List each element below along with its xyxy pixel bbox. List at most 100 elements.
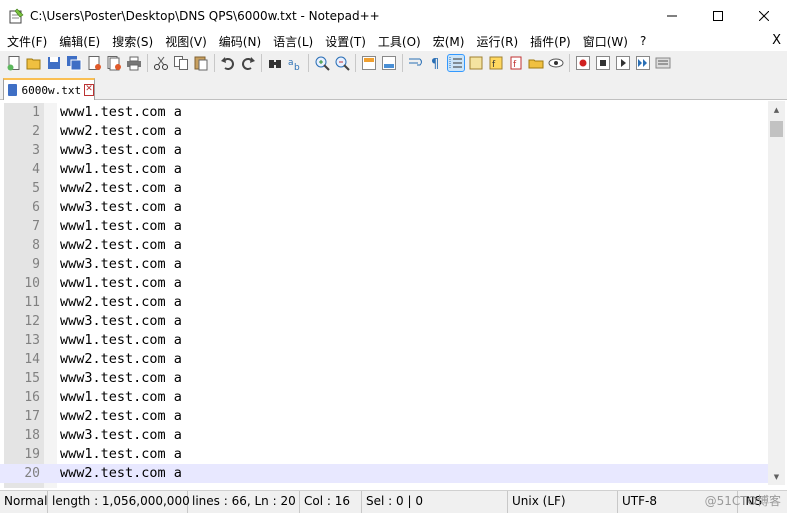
eye-icon[interactable] (548, 55, 564, 71)
line-number: 13 (24, 333, 40, 348)
line-text: www2.test.com a (60, 351, 182, 367)
menu-help[interactable]: ? (633, 34, 651, 48)
close-document-button[interactable]: X (772, 31, 781, 51)
editor-line[interactable]: 7 www1.test.com a (0, 217, 768, 236)
svg-text:a: a (288, 58, 294, 68)
line-number: 11 (24, 295, 40, 310)
menu-settings[interactable]: 设置(T) (318, 33, 371, 50)
line-text: www3.test.com a (60, 142, 182, 158)
editor-line[interactable]: 16 www1.test.com a (0, 388, 768, 407)
menu-encoding[interactable]: 编码(N) (212, 33, 266, 50)
cut-icon[interactable] (153, 55, 169, 71)
editor-line[interactable]: 11 www2.test.com a (0, 293, 768, 312)
document-map-icon[interactable] (468, 55, 484, 71)
close-icon[interactable] (86, 55, 102, 71)
editor-line[interactable]: 4 www1.test.com a (0, 160, 768, 179)
menu-search[interactable]: 搜索(S) (105, 33, 158, 50)
menu-tools[interactable]: 工具(O) (371, 33, 426, 50)
menu-edit[interactable]: 编辑(E) (52, 33, 105, 50)
menu-window[interactable]: 窗口(W) (576, 33, 633, 50)
open-file-icon[interactable] (26, 55, 42, 71)
tab-close-icon[interactable]: ✕ (84, 84, 94, 96)
line-number: 16 (24, 390, 40, 405)
monitoring-icon[interactable] (528, 55, 544, 71)
record-macro-icon[interactable] (575, 55, 591, 71)
new-file-icon[interactable] (6, 55, 22, 71)
toolbar-separator (402, 54, 403, 72)
sync-horizontal-icon[interactable] (381, 55, 397, 71)
replace-icon[interactable]: ab (287, 55, 303, 73)
status-lines: lines : 66, Ln : 20 (188, 491, 300, 513)
scroll-down-icon[interactable]: ▼ (768, 468, 785, 485)
menu-plugins[interactable]: 插件(P) (523, 33, 576, 50)
scrollbar-thumb[interactable] (770, 121, 783, 137)
status-bar: Normal length : 1,056,000,000 lines : 66… (0, 490, 787, 513)
run-macro-multiple-icon[interactable] (635, 55, 651, 71)
undo-icon[interactable] (220, 55, 236, 71)
editor-line[interactable]: 8 www2.test.com a (0, 236, 768, 255)
title-bar: C:\Users\Poster\Desktop\DNS QPS\6000w.tx… (0, 0, 787, 31)
line-text: www1.test.com a (60, 161, 182, 177)
save-all-icon[interactable] (66, 55, 82, 71)
editor-line[interactable]: 18 www3.test.com a (0, 426, 768, 445)
menu-file[interactable]: 文件(F) (0, 33, 52, 50)
line-number: 7 (32, 219, 40, 234)
paste-icon[interactable] (193, 55, 209, 71)
save-icon[interactable] (46, 55, 62, 71)
document-tab-bar: 6000w.txt ✕ (0, 75, 787, 100)
editor-line[interactable]: 9 www3.test.com a (0, 255, 768, 274)
vertical-scrollbar[interactable]: ▲ ▼ (768, 101, 785, 485)
menu-macro[interactable]: 宏(M) (426, 33, 470, 50)
editor-line[interactable]: 1 www1.test.com a (0, 103, 768, 122)
print-icon[interactable] (126, 55, 142, 71)
word-wrap-icon[interactable] (408, 55, 424, 71)
save-macro-icon[interactable] (655, 55, 671, 71)
line-number: 2 (32, 124, 40, 139)
maximize-button[interactable] (695, 0, 741, 31)
find-icon[interactable] (267, 55, 283, 71)
editor-line[interactable]: 20 www2.test.com a (0, 464, 768, 483)
minimize-button[interactable] (649, 0, 695, 31)
menu-view[interactable]: 视图(V) (158, 33, 212, 50)
editor-line[interactable]: 6 www3.test.com a (0, 198, 768, 217)
function-list-icon[interactable]: f (488, 55, 504, 71)
editor-area[interactable]: 1 www1.test.com a 2 www2.test.com a 3 www3.te… (0, 101, 787, 488)
status-mode: Normal (0, 491, 48, 513)
svg-text:¶: ¶ (431, 57, 439, 71)
editor-line[interactable]: 3 www3.test.com a (0, 141, 768, 160)
menu-run[interactable]: 运行(R) (469, 33, 523, 50)
scroll-up-icon[interactable]: ▲ (768, 101, 785, 118)
editor-line[interactable]: 12 www3.test.com a (0, 312, 768, 331)
toolbar: ab ¶ f f (0, 51, 787, 75)
editor-line[interactable]: 15 www3.test.com a (0, 369, 768, 388)
close-window-button[interactable] (741, 0, 787, 31)
copy-icon[interactable] (173, 55, 189, 71)
editor-line[interactable]: 2 www2.test.com a (0, 122, 768, 141)
show-all-chars-icon[interactable]: ¶ (428, 55, 444, 72)
save-icon (8, 84, 18, 96)
editor-line[interactable]: 5 www2.test.com a (0, 179, 768, 198)
stop-macro-icon[interactable] (595, 55, 611, 71)
line-text: www3.test.com a (60, 427, 182, 443)
line-number: 12 (24, 314, 40, 329)
tab-label: 6000w.txt (21, 83, 82, 97)
close-all-icon[interactable] (106, 55, 122, 71)
editor-line[interactable]: 14 www2.test.com a (0, 350, 768, 369)
status-column: Col : 16 (300, 491, 362, 513)
folder-workspace-icon[interactable]: f (508, 55, 524, 71)
indent-guide-icon[interactable] (447, 54, 465, 72)
redo-icon[interactable] (240, 55, 256, 71)
line-text: www2.test.com a (60, 408, 182, 424)
zoom-in-icon[interactable] (314, 55, 330, 71)
editor-line[interactable]: 13 www1.test.com a (0, 331, 768, 350)
editor-line[interactable]: 19 www1.test.com a (0, 445, 768, 464)
sync-vertical-icon[interactable] (361, 55, 377, 71)
tab-6000w-txt[interactable]: 6000w.txt ✕ (3, 78, 95, 100)
status-selection: Sel : 0 | 0 (362, 491, 508, 513)
editor-line[interactable]: 17 www2.test.com a (0, 407, 768, 426)
zoom-out-icon[interactable] (334, 55, 350, 71)
play-macro-icon[interactable] (615, 55, 631, 71)
editor-lines: 1 www1.test.com a 2 www2.test.com a 3 www3.te… (0, 103, 768, 483)
editor-line[interactable]: 10 www1.test.com a (0, 274, 768, 293)
menu-language[interactable]: 语言(L) (266, 33, 318, 50)
